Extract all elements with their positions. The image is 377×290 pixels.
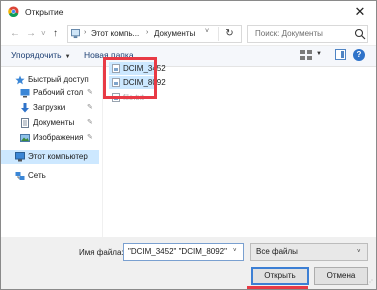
pin-icon: ✎ [87, 104, 93, 111]
sidebar-item-this-pc[interactable]: Этот компьютер [1, 150, 99, 164]
sidebar-item-label: Рабочий стол [33, 88, 84, 97]
star-icon [15, 75, 25, 85]
view-options-icon[interactable] [300, 50, 312, 60]
sidebar-item-quick-access[interactable]: Быстрый доступ [1, 73, 99, 87]
sidebar-item-label: Документы [33, 118, 75, 127]
breadcrumb-separator: › [146, 29, 149, 36]
open-file-dialog: Открытие ✕ ← → ˅ ↑ › Этот компь... › Док… [0, 0, 377, 290]
file-type-value: Все файлы [256, 247, 298, 256]
title-bar[interactable]: Открытие ✕ [1, 1, 376, 23]
chevron-down-icon: ˅ [357, 249, 361, 255]
filename-label: Имя файла: [79, 248, 124, 257]
close-button[interactable]: ✕ [352, 4, 368, 20]
network-icon [15, 172, 25, 180]
chevron-down-icon: ▼ [64, 54, 71, 60]
navigation-pane: Быстрый доступ Рабочий стол ✎ Загрузки ✎ [1, 67, 102, 237]
chevron-down-icon[interactable]: ˅ [205, 28, 209, 35]
pin-icon: ✎ [87, 89, 93, 96]
document-icon [21, 118, 29, 128]
sidebar-item-label: Сеть [28, 171, 46, 180]
breadcrumb-this-pc[interactable]: Этот компь... [91, 29, 139, 38]
filename-field[interactable]: "DCIM_3452" "DCIM_8092" [123, 243, 244, 261]
up-button[interactable]: ↑ [53, 28, 58, 40]
chevron-down-icon[interactable]: ▼ [316, 51, 322, 57]
search-icon [354, 28, 366, 40]
help-button[interactable]: ? [353, 49, 365, 61]
download-icon [21, 103, 29, 113]
search-input[interactable]: Поиск: Документы [255, 29, 323, 38]
back-button[interactable]: ← [10, 28, 20, 40]
pin-icon: ✎ [87, 119, 93, 126]
breadcrumb-separator: › [84, 29, 87, 36]
desktop-icon [20, 89, 30, 98]
recent-locations-button[interactable]: ˅ [41, 28, 46, 40]
address-bar[interactable]: › Этот компь... › Документы ˅ ↻ [67, 25, 242, 43]
pictures-icon [20, 134, 30, 142]
sidebar-item-label: Изображения [33, 133, 84, 142]
breadcrumb-documents[interactable]: Документы [154, 29, 195, 38]
selection-highlight-annotation [103, 57, 157, 99]
computer-icon [15, 152, 25, 162]
sidebar-item-label: Загрузки [33, 103, 66, 112]
organize-label: Упорядочить [11, 50, 62, 60]
sidebar-item-downloads[interactable]: Загрузки ✎ [1, 101, 99, 115]
forward-button[interactable]: → [26, 28, 36, 40]
open-button[interactable]: Открыть [251, 267, 309, 285]
sidebar-item-desktop[interactable]: Рабочий стол ✎ [1, 86, 99, 100]
sidebar-item-pictures[interactable]: Изображения ✎ [1, 131, 99, 145]
chrome-icon [8, 6, 19, 17]
file-type-filter[interactable]: Все файлы ˅ [250, 243, 368, 261]
sidebar-item-documents[interactable]: Документы ✎ [1, 116, 99, 130]
sidebar-item-label: Этот компьютер [28, 152, 88, 161]
sidebar-item-network[interactable]: Сеть [1, 169, 99, 183]
open-button-annotation [247, 286, 308, 289]
computer-icon [71, 29, 80, 39]
dialog-footer: Имя файла: "DCIM_3452" "DCIM_8092" ˅ Все… [1, 237, 376, 289]
organize-button[interactable]: Упорядочить ▼ [11, 46, 71, 67]
cancel-button[interactable]: Отмена [314, 267, 368, 285]
pin-icon: ✎ [87, 134, 93, 141]
window-title: Открытие [25, 7, 64, 17]
chevron-down-icon[interactable]: ˅ [233, 248, 237, 254]
preview-pane-icon[interactable] [335, 49, 346, 60]
command-bar: Упорядочить ▼ Новая папка ▼ ? [1, 45, 376, 67]
search-box[interactable]: Поиск: Документы [247, 25, 368, 43]
refresh-button[interactable]: ↻ [218, 27, 240, 41]
navigation-bar: ← → ˅ ↑ › Этот компь... › Документы ˅ ↻ … [1, 23, 376, 45]
resize-grip[interactable]: ⋰ [367, 280, 373, 286]
sidebar-item-label: Быстрый доступ [28, 75, 89, 84]
